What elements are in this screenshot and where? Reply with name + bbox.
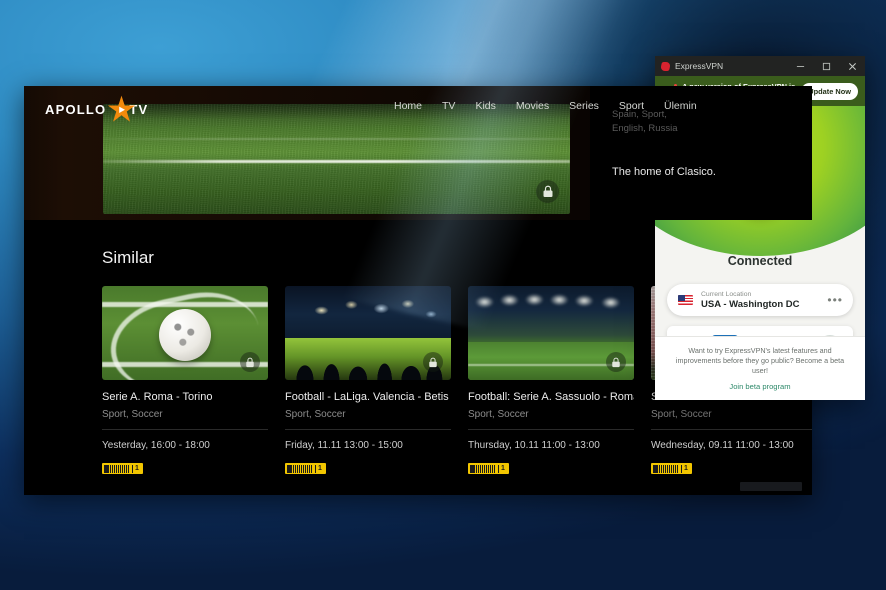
list-item[interactable]: Football: Serie A. Sassuolo - Roma Sport…	[468, 286, 634, 478]
program-description: The home of Clasico.	[612, 166, 716, 178]
window-title: ExpressVPN	[675, 61, 724, 71]
nav-item-tv[interactable]: TV	[442, 100, 455, 112]
location-name: USA - Washington DC	[701, 298, 800, 310]
badge-barcode-icon	[104, 464, 130, 473]
nav-item-series[interactable]: Series	[569, 100, 599, 112]
badge-number: 1	[498, 464, 507, 473]
pitch-line	[103, 160, 570, 163]
beta-program-box: Want to try ExpressVPN's latest features…	[655, 336, 865, 400]
card-genre: Sport, Soccer	[285, 409, 346, 420]
logo-text-apollo: APOLLO	[45, 102, 107, 117]
hero-player-area: APOLLO TV Home TV Kids Movies Series Spo…	[24, 86, 812, 220]
pitch-line-top	[102, 302, 268, 307]
badge-number: 1	[132, 464, 141, 473]
card-thumbnail[interactable]	[285, 286, 451, 380]
card-divider	[651, 429, 812, 430]
card-title: Serie A. Roma - Torino	[102, 391, 213, 403]
list-item[interactable]: Football - LaLiga. Valencia - Betis Spor…	[285, 286, 451, 478]
lock-icon[interactable]	[423, 352, 443, 372]
card-time: Yesterday, 16:00 - 18:00	[102, 440, 210, 451]
connection-status: Connected	[727, 254, 793, 268]
card-time: Thursday, 10.11 11:00 - 13:00	[468, 440, 600, 451]
maximize-icon[interactable]	[813, 56, 839, 76]
card-thumbnail[interactable]	[468, 286, 634, 380]
card-title: Football: Serie A. Sassuolo - Roma	[468, 391, 634, 403]
nav-item-ulemin[interactable]: Ülemin	[664, 100, 697, 112]
card-divider	[285, 429, 451, 430]
desktop-background: APOLLO TV Home TV Kids Movies Series Spo…	[0, 0, 886, 590]
usa-flag-icon	[678, 295, 693, 305]
beta-text: Want to try ExpressVPN's latest features…	[675, 346, 845, 375]
card-genre: Sport, Soccer	[651, 409, 712, 420]
card-time: Wednesday, 09.11 11:00 - 13:00	[651, 440, 794, 451]
watermark	[740, 482, 802, 491]
titlebar[interactable]: ExpressVPN	[655, 56, 865, 76]
list-item[interactable]: Serie A. Roma - Torino Sport, Soccer Yes…	[102, 286, 268, 478]
location-texts: Current Location USA - Washington DC	[701, 290, 819, 311]
more-options-icon[interactable]: •••	[827, 294, 843, 306]
status-badge: 1	[651, 463, 692, 474]
nav-item-kids[interactable]: Kids	[475, 100, 495, 112]
badge-barcode-icon	[470, 464, 496, 473]
nav-item-movies[interactable]: Movies	[516, 100, 549, 112]
card-genre: Sport, Soccer	[102, 409, 163, 420]
join-beta-program-link[interactable]: Join beta program	[729, 382, 790, 391]
current-location-card[interactable]: Current Location USA - Washington DC •••	[667, 284, 853, 316]
lock-icon[interactable]	[606, 352, 626, 372]
nav-item-home[interactable]: Home	[394, 100, 422, 112]
card-title: Football - LaLiga. Valencia - Betis	[285, 391, 449, 403]
status-badge: 1	[468, 463, 509, 474]
card-divider	[102, 429, 268, 430]
card-divider	[468, 429, 634, 430]
minimize-icon[interactable]	[787, 56, 813, 76]
expressvpn-logo-icon	[660, 61, 671, 71]
apollo-logo[interactable]: APOLLO TV	[45, 95, 148, 122]
grass-texture	[103, 104, 570, 214]
badge-barcode-icon	[653, 464, 679, 473]
main-navigation[interactable]: Home TV Kids Movies Series Sport Ülemin	[394, 100, 697, 112]
badge-barcode-icon	[287, 464, 313, 473]
badge-number: 1	[315, 464, 324, 473]
location-label: Current Location	[701, 290, 752, 298]
star-play-icon	[107, 95, 136, 122]
card-genre: Sport, Soccer	[468, 409, 529, 420]
card-thumbnail[interactable]	[102, 286, 268, 380]
close-icon[interactable]	[839, 56, 865, 76]
soccer-ball	[159, 308, 211, 361]
lock-icon[interactable]	[536, 180, 559, 203]
window-controls	[787, 56, 865, 76]
video-player[interactable]	[103, 104, 570, 214]
status-badge: 1	[285, 463, 326, 474]
status-badge: 1	[102, 463, 143, 474]
card-time: Friday, 11.11 13:00 - 15:00	[285, 440, 403, 451]
badge-number: 1	[681, 464, 690, 473]
program-meta-line-2: English, Russia	[612, 123, 678, 134]
lock-icon[interactable]	[240, 352, 260, 372]
nav-item-sport[interactable]: Sport	[619, 100, 644, 112]
pitch-line-far	[103, 138, 570, 140]
floodlights	[468, 290, 634, 320]
